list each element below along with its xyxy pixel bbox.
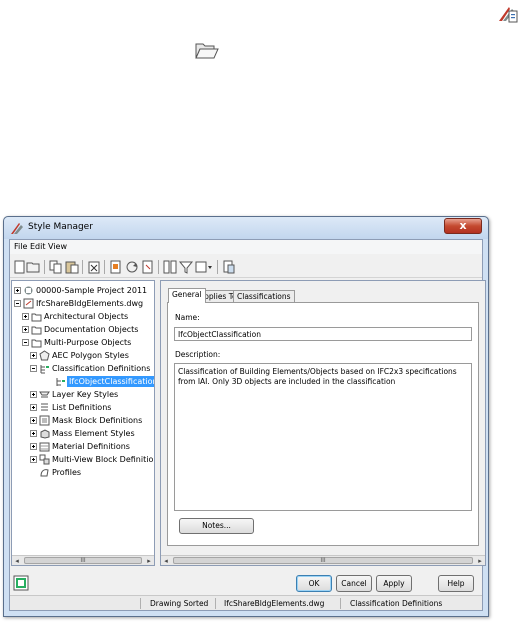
toolbar	[10, 256, 482, 278]
folder-icon	[31, 339, 42, 348]
tree-item-list-definitions[interactable]: List Definitions	[30, 401, 154, 414]
name-field[interactable]: IfcObjectClassification	[174, 327, 472, 341]
expand-toggle[interactable]	[14, 287, 21, 294]
close-button[interactable]: x	[444, 218, 482, 234]
open-folder-icon	[195, 43, 219, 59]
menu-edit[interactable]: Edit	[30, 242, 46, 251]
window-title: Style Manager	[28, 222, 93, 232]
tree-item-mass-element-styles[interactable]: Mass Element Styles	[30, 427, 154, 440]
style-manager-window: Style Manager x File Edit View 00000-Sam…	[3, 216, 489, 617]
description-label: Description:	[175, 350, 221, 359]
notes-button[interactable]: Notes...	[179, 518, 254, 534]
filter-icon[interactable]	[178, 259, 194, 275]
mask-block-icon	[39, 415, 50, 426]
scroll-right-icon[interactable]: ▸	[476, 557, 484, 565]
tree-item-mask-block-definitions[interactable]: Mask Block Definitions	[30, 414, 154, 427]
tree-item-drawing[interactable]: IfcShareBldgElements.dwg	[14, 297, 154, 310]
window-client: File Edit View 00000-Sample Project 2011…	[9, 239, 486, 611]
tree-item-material-definitions[interactable]: Material Definitions	[30, 440, 154, 453]
expand-toggle[interactable]	[30, 430, 37, 437]
expand-toggle[interactable]	[22, 313, 29, 320]
scroll-thumb[interactable]: III	[173, 557, 473, 564]
menu-view[interactable]: View	[48, 242, 67, 251]
set-from-icon[interactable]	[140, 259, 156, 275]
classification-item-icon	[56, 378, 65, 386]
general-tab-page: Name: IfcObjectClassification Descriptio…	[167, 302, 479, 546]
tree-item-aec-polygon-styles[interactable]: AEC Polygon Styles	[30, 349, 154, 362]
status-bar: Drawing Sorted IfcShareBldgElements.dwg …	[10, 595, 482, 610]
paste-icon[interactable]	[64, 259, 80, 275]
expand-toggle[interactable]	[30, 443, 37, 450]
folder-icon	[31, 326, 42, 335]
open-folder-icon[interactable]	[26, 259, 42, 275]
status-left: Drawing Sorted	[150, 599, 209, 608]
panel-horizontal-scrollbar[interactable]: ◂ III ▸	[161, 555, 485, 565]
material-icon	[39, 442, 50, 452]
status-middle: IfcShareBldgElements.dwg	[224, 599, 325, 608]
view-options-dropdown-icon[interactable]	[194, 259, 214, 275]
mass-element-icon	[40, 429, 50, 439]
description-field[interactable]: Classification of Building Elements/Obje…	[174, 363, 472, 511]
copy-icon[interactable]	[48, 259, 64, 275]
list-icon	[41, 403, 48, 411]
title-bar[interactable]: Style Manager x	[4, 217, 488, 239]
properties-panel: General Applies To Classifications Name:…	[160, 280, 486, 566]
classification-icon	[40, 365, 49, 374]
scroll-left-icon[interactable]: ◂	[13, 557, 21, 565]
tree-item-layer-key-styles[interactable]: Layer Key Styles	[30, 388, 154, 401]
tree-item-project[interactable]: 00000-Sample Project 2011	[14, 284, 154, 297]
scroll-thumb[interactable]: III	[24, 557, 142, 564]
collapse-toggle[interactable]	[22, 339, 29, 346]
tab-general[interactable]: General	[168, 288, 206, 303]
expand-toggle[interactable]	[30, 456, 37, 463]
drawing-sorted-icon[interactable]	[13, 575, 29, 591]
layer-key-icon	[39, 391, 50, 398]
expand-toggle[interactable]	[30, 391, 37, 398]
tree-item-ifcobjectclassification[interactable]: IfcObjectClassification	[46, 375, 154, 388]
tree-horizontal-scrollbar[interactable]: ◂ III ▸	[12, 555, 154, 565]
purge-icon[interactable]	[86, 259, 102, 275]
style-manager-app-icon	[11, 223, 23, 234]
scroll-left-icon[interactable]: ◂	[162, 557, 170, 565]
close-icon: x	[459, 219, 467, 232]
multiview-block-icon	[39, 454, 50, 465]
expand-toggle[interactable]	[22, 326, 29, 333]
tree-item-profiles[interactable]: Profiles	[30, 466, 154, 479]
tree-item-multi-view-block-definitions[interactable]: Multi-View Block Definitions	[30, 453, 154, 466]
menu-file[interactable]: File	[14, 242, 27, 251]
folder-icon	[31, 313, 42, 322]
drawing-icon	[23, 298, 34, 309]
collapse-toggle[interactable]	[14, 300, 21, 307]
apply-button[interactable]: Apply	[376, 575, 412, 592]
tree-item-architectural-objects[interactable]: Architectural Objects	[22, 310, 154, 323]
tree-item-multi-purpose-objects[interactable]: Multi-Purpose Objects	[22, 336, 154, 349]
collapse-toggle[interactable]	[30, 365, 37, 372]
expand-toggle[interactable]	[30, 352, 37, 359]
dialog-button-bar: OK Cancel Apply Help	[10, 570, 482, 594]
edit-style-icon[interactable]	[108, 259, 124, 275]
cancel-button[interactable]: Cancel	[336, 575, 372, 592]
inline-edit-icon[interactable]	[221, 259, 237, 275]
toggle-view-icon[interactable]	[162, 259, 178, 275]
style-tree[interactable]: 00000-Sample Project 2011 IfcShareBldgEl…	[11, 280, 155, 566]
polygon-icon	[39, 350, 50, 361]
tree-item-classification-definitions[interactable]: Classification Definitions	[30, 362, 154, 375]
folder-properties-icon	[499, 7, 518, 23]
project-icon	[24, 286, 33, 295]
expand-toggle[interactable]	[30, 417, 37, 424]
menu-bar: File Edit View	[10, 240, 482, 254]
help-button[interactable]: Help	[438, 575, 474, 592]
profile-icon	[40, 469, 49, 477]
name-label: Name:	[175, 313, 200, 322]
refresh-icon[interactable]	[124, 259, 140, 275]
expand-toggle[interactable]	[30, 404, 37, 411]
status-right: Classification Definitions	[350, 599, 443, 608]
scroll-right-icon[interactable]: ▸	[145, 557, 153, 565]
tree-item-documentation-objects[interactable]: Documentation Objects	[22, 323, 154, 336]
ok-button[interactable]: OK	[296, 575, 332, 592]
